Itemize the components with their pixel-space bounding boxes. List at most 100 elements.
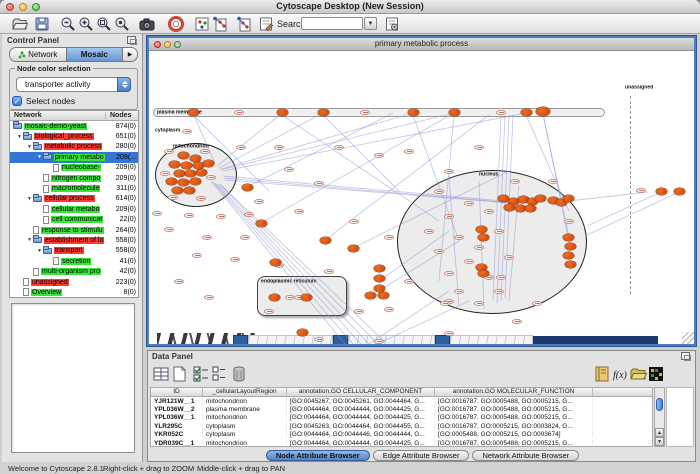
select-nodes-checkbox[interactable]: ✓ xyxy=(12,96,22,106)
gene-node[interactable] xyxy=(188,109,199,116)
node-label-pill[interactable] xyxy=(192,253,202,258)
gene-node[interactable] xyxy=(193,162,204,169)
formula-builder-button[interactable]: f(x) xyxy=(611,365,629,383)
help-button[interactable] xyxy=(168,16,184,32)
gene-node[interactable] xyxy=(408,109,419,116)
column-header[interactable]: _cellularLayoutRegion xyxy=(203,388,287,396)
table-cell[interactable]: mitochondrion xyxy=(203,440,287,447)
tree-row[interactable]: ▼establishment of lo558(0) xyxy=(10,235,138,245)
tree-row[interactable]: nitrogen compo209(0) xyxy=(10,173,138,183)
search-dropdown-icon[interactable]: ▼ xyxy=(364,17,377,30)
gene-node[interactable] xyxy=(301,294,312,301)
node-label-pill[interactable] xyxy=(496,275,506,280)
node-label-pill[interactable] xyxy=(324,269,334,274)
delete-attribute-button[interactable] xyxy=(230,365,248,383)
node-label-pill[interactable] xyxy=(494,289,504,294)
node-label-pill[interactable] xyxy=(254,199,264,204)
node-label-pill[interactable] xyxy=(196,196,206,201)
zoom-out-button[interactable] xyxy=(60,16,76,32)
node-label-pill[interactable] xyxy=(374,339,384,344)
table-row[interactable]: YDR039C__1mitochondrion[GO:0044464, GO:0… xyxy=(151,439,652,447)
gene-node[interactable] xyxy=(374,285,385,292)
gene-node[interactable] xyxy=(172,187,183,194)
node-label-pill[interactable] xyxy=(636,188,646,193)
node-label-pill[interactable] xyxy=(236,145,246,150)
node-label-pill[interactable] xyxy=(404,149,414,154)
gene-node[interactable] xyxy=(184,187,195,194)
node-attributes-icon[interactable] xyxy=(194,16,210,32)
node-label-pill[interactable] xyxy=(504,255,514,260)
table-cell[interactable]: [GO:0016787, GO:0005488, GO:0005215, G..… xyxy=(435,440,593,447)
gene-node[interactable] xyxy=(478,270,489,277)
node-label-pill[interactable] xyxy=(152,211,162,216)
tree-row[interactable]: unassigned223(0) xyxy=(10,277,138,287)
gene-node[interactable] xyxy=(190,178,201,185)
table-scrollbar[interactable]: ▲ ▼ xyxy=(654,387,665,447)
node-label-pill[interactable] xyxy=(160,171,170,176)
node-label-pill[interactable] xyxy=(474,145,484,150)
table-cell[interactable]: [GO:0044464, GO:0044446, GO:0044444, G..… xyxy=(287,431,435,438)
gene-node[interactable] xyxy=(535,195,546,202)
gene-node[interactable] xyxy=(563,234,574,241)
tab-edge-attribute-browser[interactable]: Edge Attribute Browser xyxy=(373,450,470,461)
gene-node[interactable] xyxy=(318,109,329,116)
table-cell[interactable]: [GO:0044464, GO:0044444, GO:0044425, G..… xyxy=(287,406,435,413)
tree-row[interactable]: secretion41(0) xyxy=(10,256,138,266)
table-cell[interactable]: [GO:0045267, GO:0045261, GO:0044464, G..… xyxy=(287,398,435,405)
attribute-table[interactable]: ID_cellularLayoutRegionannotation.GO CEL… xyxy=(150,387,653,447)
open-session-button[interactable] xyxy=(12,16,28,32)
search-config-button[interactable] xyxy=(384,16,400,32)
node-label-pill[interactable] xyxy=(168,195,178,200)
table-cell[interactable]: cytoplasm xyxy=(203,423,287,430)
gene-node[interactable] xyxy=(320,237,331,244)
node-label-pill[interactable] xyxy=(434,189,444,194)
unselect-attributes-button[interactable] xyxy=(210,365,228,383)
table-cell[interactable]: [GO:0016787, GO:0005488, GO:0005215, G..… xyxy=(435,406,593,413)
node-label-pill[interactable] xyxy=(294,209,304,214)
select-attributes-button[interactable] xyxy=(192,365,210,383)
table-cell[interactable]: [GO:0044464, GO:0044444, GO:0044425, G..… xyxy=(287,414,435,421)
gene-node[interactable] xyxy=(504,204,515,211)
float-panel-icon[interactable] xyxy=(127,36,136,44)
table-cell[interactable]: YDR039C__1 xyxy=(151,440,203,447)
node-label-pill[interactable] xyxy=(234,110,244,115)
node-label-pill[interactable] xyxy=(510,179,520,184)
node-label-pill[interactable] xyxy=(444,271,454,276)
table-cell[interactable]: YPL036W__1 xyxy=(151,414,203,421)
node-label-pill[interactable] xyxy=(360,110,370,115)
gene-node[interactable] xyxy=(478,234,489,241)
table-row[interactable]: YPL036W__2plasma membrane[GO:0044464, GO… xyxy=(151,405,652,413)
expand-arrow-icon[interactable]: ▼ xyxy=(36,248,43,254)
table-cell[interactable]: cytoplasm xyxy=(203,431,287,438)
node-label-pill[interactable] xyxy=(285,295,295,300)
node-label-pill[interactable] xyxy=(424,229,434,234)
gene-node[interactable] xyxy=(185,170,196,177)
node-label-pill[interactable] xyxy=(274,145,284,150)
attribute-table-button[interactable] xyxy=(152,365,170,383)
gene-node[interactable] xyxy=(674,188,685,195)
tree-row[interactable]: ▼metabolic process280(0) xyxy=(10,142,138,152)
tab-overflow-button[interactable]: ▶ xyxy=(123,48,137,61)
node-label-pill[interactable] xyxy=(240,235,250,240)
node-color-dropdown[interactable]: transporter activity xyxy=(16,77,131,92)
gene-node[interactable] xyxy=(269,294,280,301)
node-label-pill[interactable] xyxy=(464,201,474,206)
tree-row[interactable]: ▼cellular process614(0) xyxy=(10,194,138,204)
tab-mosaic[interactable]: Mosaic xyxy=(67,48,124,61)
attribute-table-header[interactable]: ID_cellularLayoutRegionannotation.GO CEL… xyxy=(151,388,652,397)
table-cell[interactable]: YPL036W__2 xyxy=(151,406,203,413)
node-label-pill[interactable] xyxy=(454,235,464,240)
node-label-pill[interactable] xyxy=(464,259,474,264)
scrollbar-thumb[interactable] xyxy=(656,398,663,411)
table-cell[interactable]: YLR295C xyxy=(151,423,203,430)
tree-row[interactable]: nucleobase-209(0) xyxy=(10,163,138,173)
tree-row[interactable]: response to stimulu264(0) xyxy=(10,225,138,235)
column-header[interactable]: ID xyxy=(151,388,203,396)
table-row[interactable]: YPL036W__1mitochondrion[GO:0044464, GO:0… xyxy=(151,414,652,422)
expand-arrow-icon[interactable]: ▼ xyxy=(26,196,33,202)
tree-row[interactable]: ▼primary metabo209(... xyxy=(10,152,138,162)
tree-row[interactable]: multi-organism pro42(0) xyxy=(10,266,138,276)
gene-node[interactable] xyxy=(196,169,207,176)
gene-node[interactable] xyxy=(498,195,509,202)
gene-node[interactable] xyxy=(374,265,385,272)
